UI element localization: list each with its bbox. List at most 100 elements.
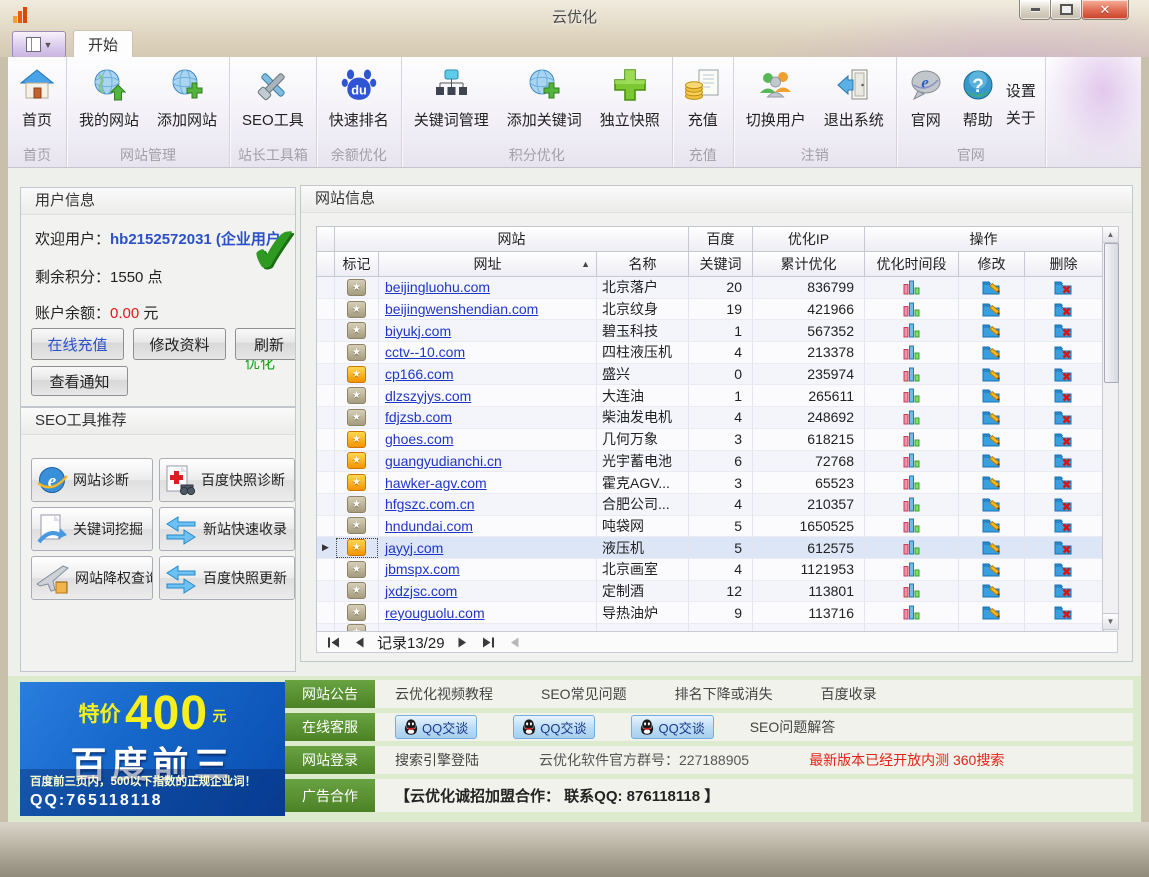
- star-orange-icon[interactable]: ★: [347, 452, 366, 469]
- table-row[interactable]: ★cctv--10.com四柱液压机4213378: [317, 342, 1103, 364]
- close-button[interactable]: ✕: [1081, 0, 1129, 20]
- edit-icon[interactable]: [982, 280, 1001, 295]
- site-url-link[interactable]: hfgszc.com.cn: [385, 496, 474, 512]
- bar-chart-icon[interactable]: [903, 518, 920, 533]
- site-url-link[interactable]: hawker-agv.com: [385, 475, 487, 491]
- announcement-link[interactable]: SEO常见问题: [541, 684, 627, 704]
- bar-chart-icon[interactable]: [903, 562, 920, 577]
- edit-icon[interactable]: [982, 432, 1001, 447]
- mark-cell[interactable]: ★: [335, 342, 379, 364]
- edit-icon[interactable]: [982, 583, 1001, 598]
- delete-icon[interactable]: [1054, 367, 1073, 382]
- ribbon-button-coins[interactable]: 充值: [676, 59, 730, 144]
- seo-tool-button-5[interactable]: 网站降权查询: [31, 556, 153, 600]
- announcement-link[interactable]: 百度收录: [821, 684, 877, 704]
- edit-icon[interactable]: [982, 323, 1001, 338]
- edit-icon[interactable]: [982, 345, 1001, 360]
- site-url-link[interactable]: hndundai.com: [385, 518, 473, 534]
- announcement-link[interactable]: SEO问题解答: [750, 717, 836, 737]
- delete-icon[interactable]: [1054, 497, 1073, 512]
- ribbon-button-exit[interactable]: 退出系统: [815, 59, 893, 144]
- table-row[interactable]: ★hfgszc.com.cn合肥公司...4210357: [317, 494, 1103, 516]
- delete-icon[interactable]: [1054, 280, 1073, 295]
- site-url-link[interactable]: jxdzjsc.com: [385, 583, 457, 599]
- site-url-link[interactable]: dlzszyjys.com: [385, 388, 471, 404]
- site-url-link[interactable]: guangyudianchi.cn: [385, 453, 502, 469]
- star-gray-icon[interactable]: ★: [347, 517, 366, 534]
- table-row[interactable]: ★biyukj.com碧玉科技1567352: [317, 320, 1103, 342]
- table-row[interactable]: ★beijingluohu.com北京落户20836799: [317, 277, 1103, 299]
- maximize-button[interactable]: [1050, 0, 1082, 20]
- announcement-link[interactable]: 云优化视频教程: [395, 684, 493, 704]
- star-gray-icon[interactable]: ★: [347, 344, 366, 361]
- pager-last-button[interactable]: [481, 634, 497, 650]
- site-url-link[interactable]: beijingluohu.com: [385, 279, 490, 295]
- tab-start[interactable]: 开始: [73, 30, 133, 58]
- ribbon-button-tools[interactable]: SEO工具: [233, 59, 313, 144]
- header-col-delete[interactable]: 删除: [1025, 252, 1103, 277]
- edit-icon[interactable]: [982, 518, 1001, 533]
- delete-icon[interactable]: [1054, 518, 1073, 533]
- site-url-link[interactable]: reyouguolu.com: [385, 605, 485, 621]
- table-row[interactable]: ★jbmspx.com北京画室41121953: [317, 559, 1103, 581]
- mark-cell[interactable]: ★: [335, 299, 379, 321]
- site-url-link[interactable]: ghoes.com: [385, 431, 453, 447]
- bar-chart-icon[interactable]: [903, 323, 920, 338]
- site-url-link[interactable]: cp166.com: [385, 366, 453, 382]
- qq-chat-button[interactable]: QQ交谈: [631, 715, 713, 739]
- star-gray-icon[interactable]: ★: [347, 301, 366, 318]
- mark-cell[interactable]: ★: [335, 320, 379, 342]
- pager-first-button[interactable]: [325, 634, 341, 650]
- qq-chat-button[interactable]: QQ交谈: [395, 715, 477, 739]
- edit-icon[interactable]: [982, 367, 1001, 382]
- ribbon-button-users[interactable]: 切换用户: [737, 59, 815, 144]
- bar-chart-icon[interactable]: [903, 540, 920, 555]
- edit-icon[interactable]: [982, 388, 1001, 403]
- table-row[interactable]: ★guangyudianchi.cn光宇蓄电池672768: [317, 451, 1103, 473]
- mark-cell[interactable]: ★: [335, 429, 379, 451]
- star-orange-icon[interactable]: ★: [347, 539, 366, 556]
- bar-chart-icon[interactable]: [903, 388, 920, 403]
- site-url-link[interactable]: jayyj.com: [385, 540, 443, 556]
- mark-cell[interactable]: ★: [335, 581, 379, 603]
- scrollbar-thumb[interactable]: [1104, 243, 1119, 383]
- delete-icon[interactable]: [1054, 323, 1073, 338]
- seo-tool-button-2[interactable]: 百度快照诊断: [159, 458, 295, 502]
- header-col-url[interactable]: 网址▲: [379, 252, 597, 277]
- bar-chart-icon[interactable]: [903, 583, 920, 598]
- header-col-mark[interactable]: 标记: [335, 252, 379, 277]
- seo-tool-button-6[interactable]: 百度快照更新: [159, 556, 295, 600]
- ribbon-button-home[interactable]: 首页: [11, 59, 63, 144]
- delete-icon[interactable]: [1054, 410, 1073, 425]
- seo-tool-button-4[interactable]: 新站快速收录: [159, 507, 295, 551]
- bar-chart-icon[interactable]: [903, 475, 920, 490]
- star-gray-icon[interactable]: ★: [347, 604, 366, 621]
- mark-cell[interactable]: ★: [335, 537, 379, 559]
- edit-icon[interactable]: [982, 605, 1001, 620]
- table-row[interactable]: ★jxdzjsc.com定制酒12113801: [317, 581, 1103, 603]
- refresh-button[interactable]: 刷新: [235, 328, 296, 360]
- star-gray-icon[interactable]: ★: [347, 387, 366, 404]
- app-menu-button[interactable]: ▼: [12, 31, 66, 58]
- delete-icon[interactable]: [1054, 302, 1073, 317]
- ribbon-button-globe-upload[interactable]: 我的网站: [70, 59, 148, 144]
- site-url-link[interactable]: biyukj.com: [385, 323, 451, 339]
- star-orange-icon[interactable]: ★: [347, 431, 366, 448]
- announcement-link[interactable]: 搜索引擎登陆: [395, 750, 479, 770]
- delete-icon[interactable]: [1054, 605, 1073, 620]
- seo-tool-button-3[interactable]: 关键词挖掘: [31, 507, 153, 551]
- star-gray-icon[interactable]: ★: [347, 409, 366, 426]
- seo-tool-button-1[interactable]: e网站诊断: [31, 458, 153, 502]
- delete-icon[interactable]: [1054, 345, 1073, 360]
- table-scrollbar[interactable]: ▲ ▼: [1102, 226, 1119, 630]
- pager-prev-button[interactable]: [351, 634, 367, 650]
- edit-icon[interactable]: [982, 475, 1001, 490]
- bar-chart-icon[interactable]: [903, 280, 920, 295]
- ribbon-button-sitemap[interactable]: 关键词管理: [405, 59, 498, 144]
- site-url-link[interactable]: cctv--10.com: [385, 344, 465, 360]
- mark-cell[interactable]: ★: [335, 277, 379, 299]
- ribbon-small-button[interactable]: 设置: [1006, 80, 1036, 101]
- scroll-up-icon[interactable]: ▲: [1103, 227, 1118, 243]
- table-row[interactable]: ★beijingwenshendian.com北京纹身19421966: [317, 299, 1103, 321]
- delete-icon[interactable]: [1054, 432, 1073, 447]
